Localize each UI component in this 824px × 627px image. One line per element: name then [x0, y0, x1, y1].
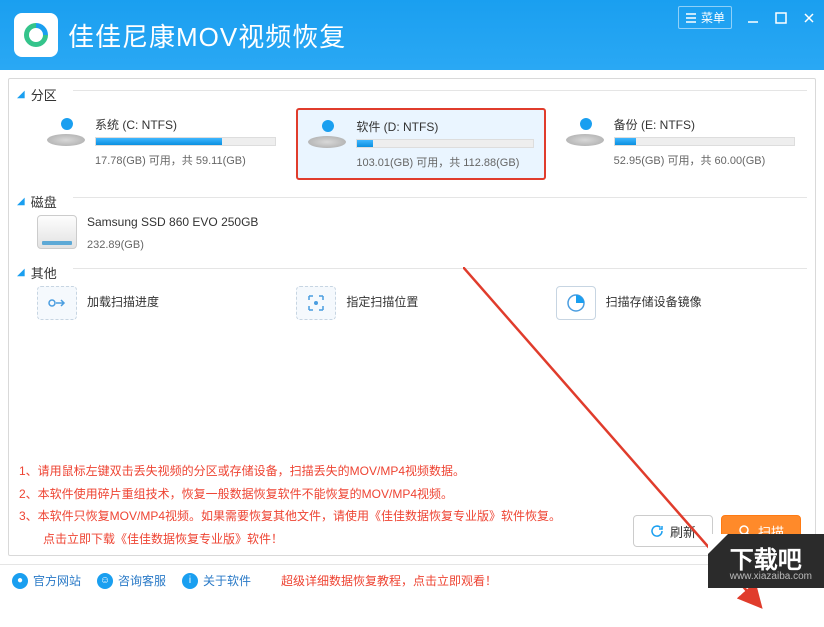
image-icon — [556, 286, 596, 320]
sb-about-label: 关于软件 — [203, 572, 251, 589]
drives-row: 系统 (C: NTFS) 17.78(GB) 可用，共 59.11(GB) 软件… — [9, 108, 815, 186]
drive-e-stat: 52.95(GB) 可用，共 60.00(GB) — [614, 152, 795, 168]
drive-icon — [566, 116, 606, 148]
drive-icon — [47, 116, 87, 148]
other-path[interactable]: 指定扫描位置 — [296, 286, 545, 320]
statusbar: ● 官方网站 ☺ 咨询客服 i 关于软件 超级详细数据恢复教程，点击立即观看！ — [0, 564, 824, 596]
maximize-button[interactable] — [774, 11, 788, 25]
drive-d-name: 软件 (D: NTFS) — [356, 118, 533, 135]
titlebar: 佳佳尼康MOV视频恢复 菜单 — [0, 0, 824, 70]
others-row: 加载扫描进度 指定扫描位置 扫描存储设备镜像 — [9, 286, 815, 326]
refresh-label: 刷新 — [670, 522, 696, 541]
menu-label: 菜单 — [701, 9, 725, 26]
section-disks-label: 磁盘 — [31, 192, 57, 211]
drive-c[interactable]: 系统 (C: NTFS) 17.78(GB) 可用，共 59.11(GB) — [37, 108, 286, 180]
other-image[interactable]: 扫描存储设备镜像 — [556, 286, 805, 320]
drive-d-stat: 103.01(GB) 可用，共 112.88(GB) — [356, 154, 533, 170]
window-controls: 菜单 — [678, 6, 816, 29]
download-badge-main: 下载吧 — [730, 547, 802, 574]
sb-site-label: 官方网站 — [33, 572, 81, 589]
other-path-label: 指定扫描位置 — [346, 293, 418, 310]
note-2: 2、本软件使用碎片重组技术，恢复一般数据恢复软件不能恢复的MOV/MP4视频。 — [19, 483, 805, 506]
close-button[interactable] — [802, 11, 816, 25]
sb-tutorial[interactable]: 超级详细数据恢复教程，点击立即观看！ — [281, 572, 497, 589]
triangle-icon: ◢ — [17, 196, 25, 207]
headset-icon: ☺ — [97, 573, 113, 589]
sb-support[interactable]: ☺ 咨询客服 — [97, 572, 166, 589]
disk-name: Samsung SSD 860 EVO 250GB — [87, 215, 258, 229]
disk-item[interactable]: Samsung SSD 860 EVO 250GB 232.89(GB) — [37, 215, 287, 251]
app-title: 佳佳尼康MOV视频恢复 — [68, 17, 346, 54]
other-load[interactable]: 加载扫描进度 — [37, 286, 286, 320]
drive-e-name: 备份 (E: NTFS) — [614, 116, 795, 133]
divider — [73, 197, 807, 198]
disk-size: 232.89(GB) — [87, 239, 258, 251]
drive-c-name: 系统 (C: NTFS) — [95, 116, 276, 133]
other-image-label: 扫描存储设备镜像 — [606, 293, 702, 310]
section-partitions-label: 分区 — [31, 85, 57, 104]
drive-e[interactable]: 备份 (E: NTFS) 52.95(GB) 可用，共 60.00(GB) — [556, 108, 805, 180]
sb-support-label: 咨询客服 — [118, 572, 166, 589]
section-others: ◢ 其他 — [9, 257, 65, 286]
disks-row: Samsung SSD 860 EVO 250GB 232.89(GB) — [9, 215, 815, 257]
download-badge: 下载吧 www.xiazaiba.com — [708, 534, 824, 588]
app-logo — [14, 13, 58, 57]
menu-button[interactable]: 菜单 — [678, 6, 732, 29]
info-icon: i — [182, 573, 198, 589]
note-1: 1、请用鼠标左键双击丢失视频的分区或存储设备，扫描丢失的MOV/MP4视频数据。 — [19, 460, 805, 483]
hdd-icon — [37, 215, 77, 249]
download-badge-sub: www.xiazaiba.com — [730, 571, 812, 582]
path-icon — [296, 286, 336, 320]
triangle-icon: ◢ — [17, 89, 25, 100]
sb-site[interactable]: ● 官方网站 — [12, 572, 81, 589]
main-panel: ◢ 分区 系统 (C: NTFS) 17.78(GB) 可用，共 59.11(G… — [8, 78, 816, 556]
triangle-icon: ◢ — [17, 267, 25, 278]
drive-d[interactable]: 软件 (D: NTFS) 103.01(GB) 可用，共 112.88(GB) — [296, 108, 545, 180]
divider — [73, 268, 807, 269]
refresh-icon — [650, 524, 664, 538]
other-load-label: 加载扫描进度 — [87, 293, 159, 310]
refresh-button[interactable]: 刷新 — [633, 515, 713, 547]
section-partitions: ◢ 分区 — [9, 79, 65, 108]
section-others-label: 其他 — [31, 263, 57, 282]
sb-about[interactable]: i 关于软件 — [182, 572, 251, 589]
minimize-button[interactable] — [746, 11, 760, 25]
globe-icon: ● — [12, 573, 28, 589]
drive-icon — [308, 118, 348, 150]
load-icon — [37, 286, 77, 320]
section-disks: ◢ 磁盘 — [9, 186, 65, 215]
drive-c-stat: 17.78(GB) 可用，共 59.11(GB) — [95, 152, 276, 168]
divider — [73, 90, 807, 91]
